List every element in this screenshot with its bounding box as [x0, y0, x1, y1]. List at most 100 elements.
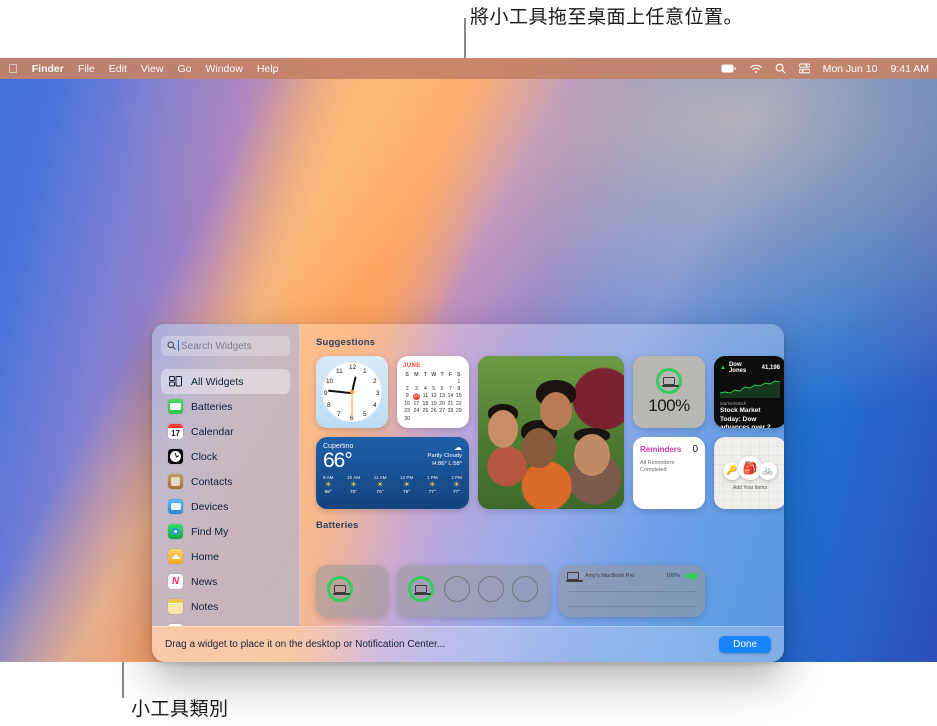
- calendar-weekday: S: [457, 371, 461, 378]
- weather-hour-temp: 75°: [376, 490, 384, 495]
- done-button[interactable]: Done: [719, 636, 771, 653]
- sun-icon: ☀: [453, 480, 461, 489]
- weather-conditions: Partly Cloudy H:86° L:58°: [428, 453, 462, 468]
- sidebar-item-photos[interactable]: Photos: [161, 619, 290, 626]
- widget-calendar[interactable]: JUNE S M T W T F S 1 2 3 4 5 6 7 8 9 10 …: [397, 356, 469, 428]
- stock-headline: Stock Market Today: Dow advances over 2.…: [720, 407, 777, 428]
- widget-battery-medium-preview[interactable]: [397, 565, 550, 617]
- widget-weather[interactable]: Cupertino 66° ☁ Partly Cloudy H:86° L:58…: [316, 437, 469, 509]
- calendar-day: 27: [439, 408, 446, 415]
- sun-icon: ☀: [376, 480, 384, 489]
- sidebar-item-calendar[interactable]: 17 Calendar: [161, 419, 290, 444]
- widget-battery[interactable]: 100%: [633, 356, 705, 428]
- weather-highlow: H:86° L:58°: [432, 460, 462, 467]
- sidebar-item-notes[interactable]: Notes: [161, 594, 290, 619]
- widget-clock[interactable]: 12 1 2 3 4 5 6 7 8 9 10 11: [316, 356, 388, 428]
- sidebar-item-find-my[interactable]: Find My: [161, 519, 290, 544]
- sidebar-item-label: Photos: [191, 626, 224, 627]
- items-label: Add Your Items: [733, 484, 767, 491]
- menu-bar:  Finder File Edit View Go Window Help M…: [0, 58, 937, 79]
- clock-number: 2: [373, 378, 377, 385]
- sidebar-item-news[interactable]: News: [161, 569, 290, 594]
- widget-find-my-items[interactable]: 🔑 🎒 🚲 Add Your Items: [714, 437, 784, 509]
- divider: [567, 606, 697, 607]
- sidebar-item-devices[interactable]: Devices: [161, 494, 290, 519]
- menu-item-help[interactable]: Help: [257, 63, 279, 75]
- menu-item-go[interactable]: Go: [177, 63, 191, 75]
- sidebar-item-all-widgets[interactable]: All Widgets: [161, 369, 290, 394]
- calendar-day: 13: [439, 393, 446, 400]
- widget-battery-small-preview[interactable]: [316, 565, 388, 617]
- suggestions-col-1: 12 1 2 3 4 5 6 7 8 9 10 11 JUNE S M T W …: [316, 356, 469, 509]
- gallery-footer: Drag a widget to place it on the desktop…: [152, 626, 784, 662]
- sun-icon: ☀: [428, 480, 436, 489]
- clock-number: 8: [327, 402, 331, 409]
- sun-icon: ☀: [324, 480, 332, 489]
- calendar-month: JUNE: [403, 363, 421, 369]
- calendar-day: 16: [404, 401, 411, 408]
- weather-hour-temp: 70°: [349, 490, 358, 495]
- weather-hour-label: 2 PM: [451, 475, 462, 480]
- calendar-day: 26: [430, 408, 437, 415]
- battery-device-name: Amy's MacBook Pro: [585, 573, 635, 579]
- sidebar-item-contacts[interactable]: Contacts: [161, 469, 290, 494]
- search-placeholder: Search Widgets: [178, 339, 252, 352]
- stock-value: 41,198: [761, 365, 780, 371]
- weather-hour: 11 AM ☀ 75°: [374, 475, 387, 495]
- menu-item-finder[interactable]: Finder: [32, 63, 64, 75]
- sidebar-item-clock[interactable]: Clock: [161, 444, 290, 469]
- calendar-day: 15: [455, 393, 462, 400]
- calendar-day: 23: [404, 408, 411, 415]
- battery-ring-placeholder: [444, 576, 470, 602]
- widget-photos[interactable]: [478, 356, 624, 509]
- apple-menu-icon[interactable]: : [8, 62, 18, 75]
- sidebar-item-batteries[interactable]: Batteries: [161, 394, 290, 419]
- photos-icon: [168, 624, 183, 626]
- calendar-day: [430, 378, 438, 385]
- wifi-icon[interactable]: [749, 64, 762, 74]
- screenshot-root: 將小工具拖至桌面上任意位置。 小工具類別  Finder File Edit …: [0, 0, 937, 726]
- sidebar-item-label: Home: [191, 550, 220, 563]
- widget-reminders[interactable]: Reminders 0 All Reminders Completed: [633, 437, 705, 509]
- search-icon[interactable]: [775, 63, 786, 74]
- menu-item-edit[interactable]: Edit: [109, 63, 127, 75]
- widget-battery-large-preview[interactable]: Amy's MacBook Pro 100%: [559, 565, 705, 617]
- sidebar-item-home[interactable]: Home: [161, 544, 290, 569]
- menu-item-file[interactable]: File: [78, 63, 95, 75]
- cloud-icon: ☁: [454, 443, 462, 452]
- search-input[interactable]: Search Widgets: [161, 336, 290, 356]
- clock-number: 12: [349, 364, 357, 371]
- calendar-day: [430, 415, 438, 422]
- calendar-day: [421, 378, 429, 385]
- menu-item-window[interactable]: Window: [205, 63, 242, 75]
- calendar-day: [403, 378, 411, 385]
- calendar-day: 25: [422, 408, 429, 415]
- sidebar-item-label: Find My: [191, 525, 229, 538]
- sidebar-item-label: Contacts: [191, 475, 233, 488]
- battery-ring-placeholder: [478, 576, 504, 602]
- calendar-day: 12: [430, 393, 437, 400]
- clock-second-hand: [351, 392, 353, 417]
- control-center-icon[interactable]: [798, 63, 810, 74]
- suggestions-col-3: 100% Reminders 0 All Reminders Completed: [633, 356, 705, 509]
- weather-hour: 9 AM ☀ 68°: [323, 475, 333, 495]
- clock-hub: [350, 390, 354, 394]
- laptop-icon: [332, 585, 350, 595]
- widget-stocks[interactable]: ▲ Dow Jones 41,198 MarketWatch Stock Mar…: [714, 356, 784, 428]
- menu-bar-time[interactable]: 9:41 AM: [890, 63, 929, 75]
- weather-hour-temp: 77°: [428, 490, 436, 495]
- calendar-day: 24: [413, 408, 420, 415]
- reminders-title: Reminders: [640, 445, 682, 454]
- calendar-day: 5: [432, 385, 436, 392]
- battery-icon[interactable]: [721, 64, 737, 73]
- menu-bar-date[interactable]: Mon Jun 10: [823, 63, 878, 75]
- calendar-day: 19: [430, 401, 437, 408]
- weather-hour: 10 AM ☀ 70°: [347, 475, 360, 495]
- menu-item-view[interactable]: View: [141, 63, 164, 75]
- weather-hour: 2 PM ☀ 77°: [451, 475, 462, 495]
- calendar-day: 2: [405, 385, 409, 392]
- sidebar-item-label: Notes: [191, 600, 219, 613]
- calendar-icon: 17: [168, 424, 183, 439]
- calendar-day: 8: [457, 385, 461, 392]
- calendar-day: [438, 378, 446, 385]
